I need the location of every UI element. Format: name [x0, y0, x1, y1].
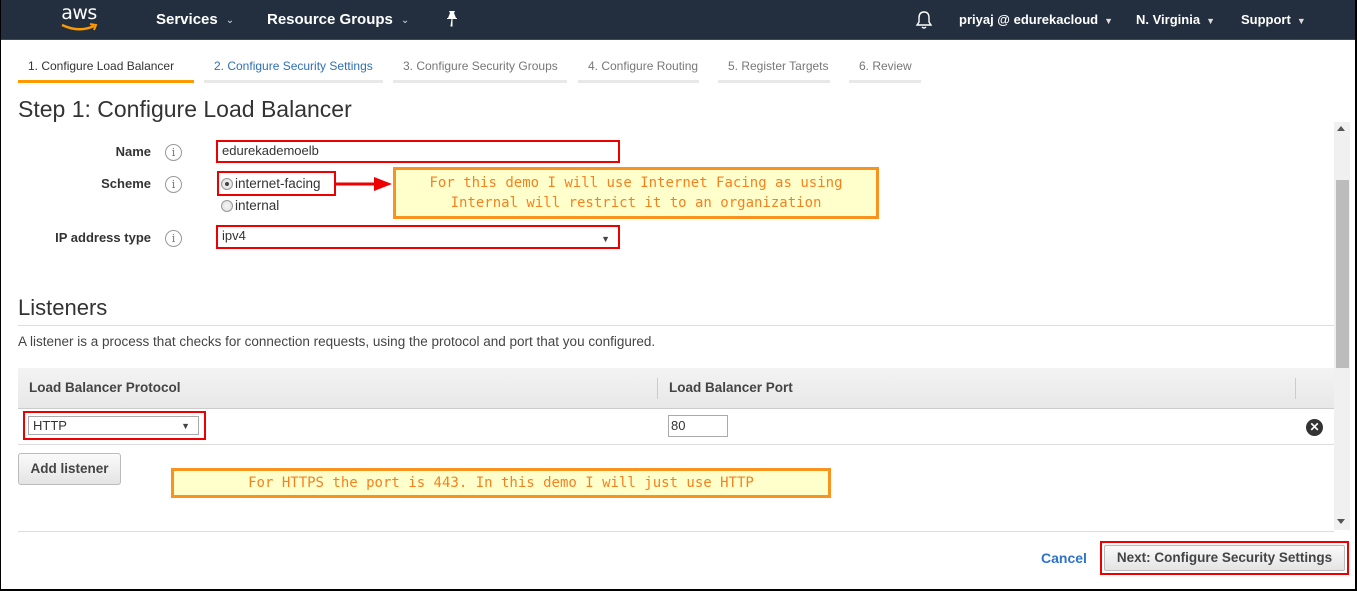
services-menu[interactable]: Services ⌄ — [156, 11, 234, 28]
scroll-thumb[interactable] — [1336, 180, 1349, 368]
region-label: N. Virginia — [1136, 12, 1201, 27]
scroll-down-icon[interactable] — [1337, 519, 1345, 524]
protocol-highlight: HTTP ▼ — [23, 411, 206, 440]
info-icon[interactable]: i — [165, 230, 182, 247]
page-title: Step 1: Configure Load Balancer — [18, 96, 352, 122]
support-menu[interactable]: Support ▼ — [1241, 12, 1306, 27]
dropdown-arrow-icon: ▼ — [601, 234, 610, 244]
radio-internet-facing[interactable]: internet-facing — [221, 175, 321, 193]
scheme-label: Scheme — [101, 176, 151, 191]
chevron-down-icon: ▼ — [1104, 16, 1114, 26]
remove-listener-icon[interactable]: ✕ — [1306, 419, 1323, 436]
radio-internal[interactable]: internal — [221, 197, 279, 215]
region-menu[interactable]: N. Virginia ▼ — [1136, 12, 1215, 27]
ip-address-type-value: ipv4 — [222, 228, 246, 243]
name-input[interactable]: edurekademoelb — [216, 140, 620, 163]
name-label: Name — [115, 144, 151, 159]
chevron-down-icon: ⌄ — [225, 15, 235, 26]
divider — [18, 531, 1334, 532]
account-menu[interactable]: priyaj @ edurekacloud ▼ — [959, 12, 1113, 27]
support-label: Support — [1241, 12, 1291, 27]
radio-label: internet-facing — [235, 176, 321, 192]
chevron-down-icon: ⌄ — [400, 15, 410, 26]
step-configure-security-groups[interactable]: 3. Configure Security Groups — [393, 53, 567, 83]
resource-groups-menu[interactable]: Resource Groups ⌄ — [267, 11, 409, 28]
divider — [18, 325, 1334, 326]
info-icon[interactable]: i — [165, 144, 182, 161]
arrow-right-icon — [336, 177, 392, 191]
column-separator — [657, 378, 658, 399]
bell-icon[interactable] — [915, 10, 933, 30]
radio-label: internal — [235, 198, 280, 214]
dropdown-arrow-icon: ▼ — [181, 421, 190, 431]
port-annotation: For HTTPS the port is 443. In this demo … — [171, 468, 831, 498]
chevron-down-icon: ▼ — [1206, 16, 1215, 26]
aws-smile-icon — [61, 23, 98, 31]
cancel-link[interactable]: Cancel — [1041, 550, 1087, 566]
radio-button[interactable] — [221, 199, 233, 212]
next-configure-security-settings-button[interactable]: Next: Configure Security Settings — [1104, 545, 1345, 571]
next-highlight: Next: Configure Security Settings — [1100, 541, 1349, 575]
account-label: priyaj @ edurekacloud — [959, 12, 1099, 27]
ip-address-type-label: IP address type — [55, 230, 151, 245]
table-row: HTTP ▼ 80 ✕ — [18, 409, 1334, 445]
info-icon[interactable]: i — [165, 176, 182, 193]
port-input[interactable]: 80 — [668, 415, 728, 437]
resource-groups-label: Resource Groups — [267, 11, 393, 28]
step-configure-security-settings[interactable]: 2. Configure Security Settings — [204, 53, 383, 83]
scroll-up-icon[interactable] — [1337, 126, 1345, 131]
services-label: Services — [156, 11, 218, 28]
column-header-protocol: Load Balancer Protocol — [29, 380, 181, 395]
step-register-targets[interactable]: 5. Register Targets — [718, 53, 830, 83]
aws-logo-text: aws — [61, 2, 97, 24]
app-frame: aws Services ⌄ Resource Groups ⌄ priyaj @ … — [1, 0, 1355, 589]
step-review[interactable]: 6. Review — [849, 53, 921, 83]
column-header-port: Load Balancer Port — [669, 380, 793, 395]
step-configure-routing[interactable]: 4. Configure Routing — [578, 53, 699, 83]
chevron-down-icon: ▼ — [1296, 16, 1306, 26]
ip-address-type-select[interactable]: ipv4 ▼ — [216, 225, 620, 249]
top-nav: aws Services ⌄ Resource Groups ⌄ priyaj @ … — [1, 0, 1355, 40]
scheme-annotation: For this demo I will use Internet Facing… — [393, 167, 879, 219]
pin-icon[interactable] — [444, 10, 460, 28]
radio-button-checked[interactable] — [221, 177, 233, 190]
listeners-table-header: Load Balancer Protocol Load Balancer Por… — [18, 368, 1334, 409]
annotation-line: Internal will restrict it to an organiza… — [450, 195, 822, 211]
column-separator — [1295, 378, 1296, 399]
step-configure-load-balancer[interactable]: 1. Configure Load Balancer — [18, 53, 194, 83]
listeners-description: A listener is a process that checks for … — [18, 334, 656, 349]
add-listener-button[interactable]: Add listener — [18, 453, 121, 485]
listeners-title: Listeners — [18, 295, 108, 320]
protocol-value: HTTP — [33, 418, 67, 433]
protocol-select[interactable]: HTTP ▼ — [28, 416, 199, 435]
aws-logo[interactable]: aws — [58, 2, 100, 36]
scrollbar[interactable] — [1334, 122, 1350, 530]
annotation-line: For this demo I will use Internet Facing… — [429, 175, 843, 191]
